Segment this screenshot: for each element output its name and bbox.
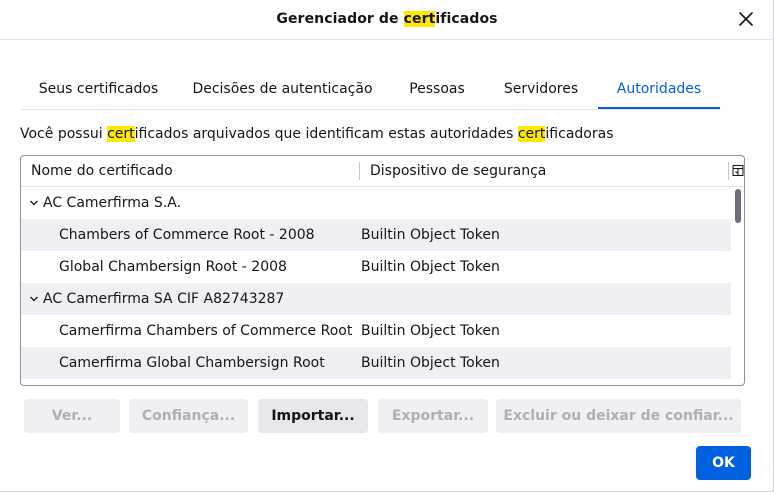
tab-your-certificates[interactable]: Seus certificados [20,70,177,109]
cert-name: Chambers of Commerce Root - 2008 [59,227,315,243]
titlebar: Gerenciador de certificados [0,0,774,40]
import-button[interactable]: Importar... [258,399,368,433]
tree-row-group[interactable]: AC Camerfirma S.A. [21,187,731,219]
column-picker-icon[interactable] [732,164,744,178]
tab-bar: Seus certificados Decisões de autenticaç… [20,70,721,110]
title-suffix: ificados [435,11,498,27]
tree-row[interactable]: Camerfirma Global Chambersign Root Built… [21,347,731,379]
export-button[interactable]: Exportar... [378,399,488,433]
description-highlight2: cert [517,126,546,142]
cert-name: Global Chambersign Root - 2008 [59,259,287,275]
trust-button[interactable]: Confiança... [129,399,248,433]
description-part1: Você possui [20,126,108,142]
close-icon [739,12,753,26]
delete-or-distrust-button[interactable]: Excluir ou deixar de confiar... [496,399,741,433]
column-splitter[interactable] [359,162,360,180]
tree-row-group[interactable]: AC Camerfirma SA CIF A82743287 [21,283,731,315]
tree-header: Nome do certificado Dispositivo de segur… [21,156,744,187]
certificate-manager-dialog: Gerenciador de certificados Seus certifi… [0,0,774,492]
title-highlight: cert [403,11,436,27]
cert-name: AC Camerfirma SA CIF A82743287 [43,291,285,307]
tree-row[interactable]: Global Chambersign Root - 2008 Builtin O… [21,251,731,283]
chevron-down-icon[interactable] [29,294,39,304]
description-part3: ificadoras [545,126,614,142]
tab-authentication-decisions[interactable]: Decisões de autenticação [190,70,375,109]
cert-name: Camerfirma Global Chambersign Root [59,355,325,371]
close-button[interactable] [736,9,756,29]
view-button[interactable]: Ver... [24,399,120,433]
security-device: Builtin Object Token [361,323,500,339]
ok-button[interactable]: OK [696,446,751,480]
tab-servers[interactable]: Servidores [496,70,586,109]
tree-scrollbar-thumb[interactable] [735,189,741,223]
column-header-security-device[interactable]: Dispositivo de segurança [370,163,546,179]
description-text: Você possui certificados arquivados que … [20,126,614,142]
certificate-tree[interactable]: Nome do certificado Dispositivo de segur… [20,155,745,386]
tab-authorities[interactable]: Autoridades [598,70,720,109]
dialog-title: Gerenciador de certificados [0,11,774,27]
cert-name: Camerfirma Chambers of Commerce Root [59,323,353,339]
description-highlight1: cert [107,126,135,142]
tree-rows: AC Camerfirma S.A. Chambers of Commerce … [21,187,731,379]
security-device: Builtin Object Token [361,355,500,371]
tree-row[interactable]: Chambers of Commerce Root - 2008 Builtin… [21,219,731,251]
column-header-cert-name[interactable]: Nome do certificado [31,163,173,179]
tree-row[interactable]: Camerfirma Chambers of Commerce Root Bui… [21,315,731,347]
tab-people[interactable]: Pessoas [403,70,471,109]
column-splitter [728,162,729,180]
description-part2: ificados arquivados que identificam esta… [134,126,518,142]
chevron-down-icon[interactable] [29,198,39,208]
security-device: Builtin Object Token [361,227,500,243]
title-prefix: Gerenciador de [276,11,404,27]
cert-name: AC Camerfirma S.A. [43,195,182,211]
security-device: Builtin Object Token [361,259,500,275]
